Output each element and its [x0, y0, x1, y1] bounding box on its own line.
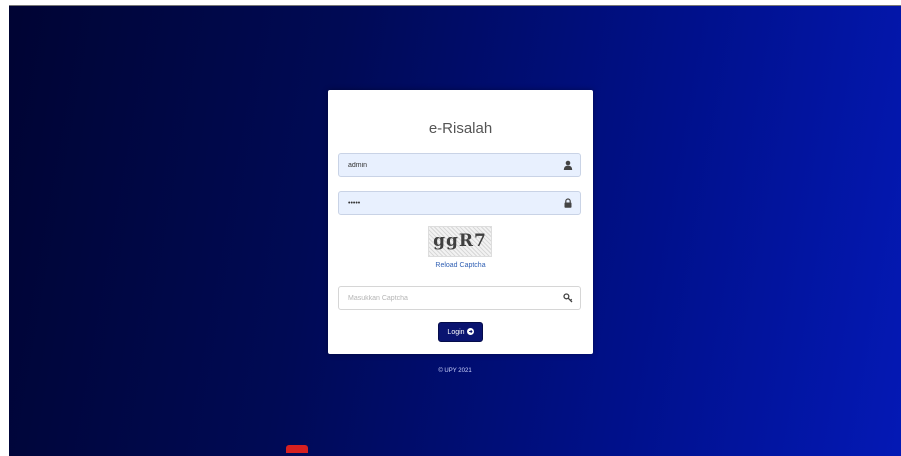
reload-captcha-link[interactable]: Reload Captcha: [328, 262, 593, 269]
app-title: e-Risalah: [428, 120, 493, 137]
login-button-label: Login: [447, 329, 465, 336]
captcha-image: ggR7: [428, 226, 492, 257]
lock-icon: [564, 198, 572, 208]
footer-copyright: © UPY 2021: [438, 368, 472, 374]
password-input[interactable]: [339, 192, 563, 214]
taskbar-app-tab[interactable]: [286, 445, 308, 453]
captcha-field-wrapper: [338, 286, 581, 310]
login-card: e-Risalah ggR7 Reload Captcha Login: [328, 90, 593, 354]
login-page-background: e-Risalah ggR7 Reload Captcha Login: [9, 5, 901, 456]
captcha-input[interactable]: [339, 287, 563, 309]
password-field-wrapper: [338, 191, 581, 215]
arrow-circle-right-icon: [466, 328, 474, 335]
username-field-wrapper: [338, 153, 581, 177]
login-button[interactable]: Login: [438, 322, 483, 342]
user-icon: [563, 160, 573, 170]
key-icon: [563, 293, 573, 303]
username-input[interactable]: [339, 154, 563, 176]
